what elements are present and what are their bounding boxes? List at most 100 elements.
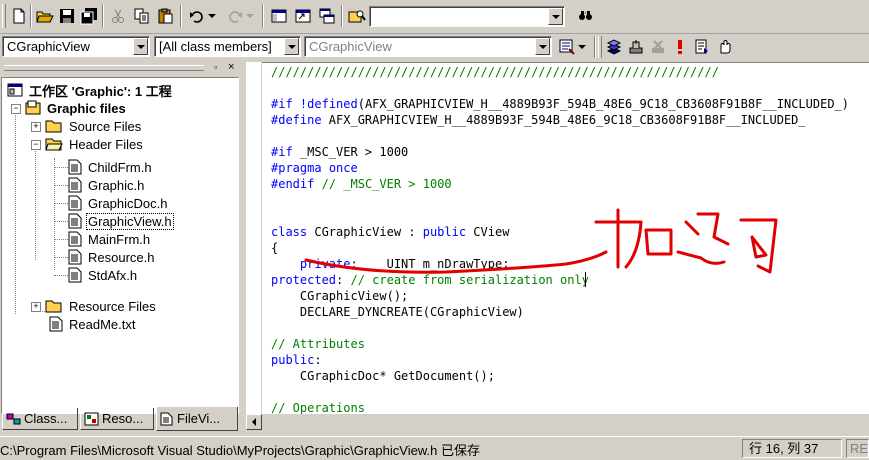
undo-icon[interactable] (186, 5, 208, 27)
tree-item-label: GraphicView.h (86, 212, 174, 230)
tab-label: Reso... (102, 411, 144, 426)
output-icon[interactable] (292, 5, 314, 27)
go-icon[interactable] (691, 36, 713, 58)
member-combo[interactable]: CGraphicView (304, 36, 552, 57)
standard-toolbar (0, 0, 869, 34)
file-view-tree: 工作区 'Graphic': 1 工程 − Graphic files + So… (1, 77, 239, 414)
tree-connector (15, 104, 16, 314)
wizard-action-dropdown-icon[interactable] (576, 36, 588, 58)
tree-item-file[interactable]: ReadMe.txt (49, 315, 137, 333)
file-icon (68, 231, 82, 247)
wizard-action-icon[interactable] (556, 36, 578, 58)
find-combo-dropdown-button[interactable] (548, 8, 563, 25)
tree-item-label: ChildFrm.h (88, 159, 152, 175)
breakpoint-icon[interactable] (713, 36, 735, 58)
workspace-panel: ▫ × 工作区 'Graphic': 1 工程 − Graphic files … (0, 62, 245, 432)
workspace-grip[interactable] (4, 65, 204, 71)
member-combo-value: CGraphicView (309, 39, 392, 54)
filter-combo-value: [All class members] (159, 39, 272, 54)
file-icon (68, 213, 82, 229)
tree-item-label: ReadMe.txt (69, 316, 136, 332)
scroll-left-arrow-icon[interactable] (246, 414, 262, 430)
tree-item-header-files[interactable]: Header Files (45, 135, 145, 153)
tree-item-file[interactable]: MainFrm.h (68, 230, 152, 248)
tree-item-file[interactable]: GraphicDoc.h (68, 194, 169, 212)
workspace-tabs: Class... Reso... FileVi... (0, 407, 245, 432)
toolbar-grip[interactable] (2, 4, 6, 28)
tree-connector (54, 167, 68, 168)
folder-icon (45, 300, 62, 313)
tab-label: FileVi... (177, 411, 221, 426)
expand-icon[interactable]: + (31, 302, 41, 312)
save-all-icon[interactable] (78, 5, 100, 27)
tree-item-file[interactable]: Graphic.h (68, 176, 146, 194)
tree-item-label: Source Files (69, 118, 142, 134)
tree-item-resource-files[interactable]: Resource Files (45, 297, 158, 315)
tree-item-label: StdAfx.h (88, 267, 138, 283)
compile-icon[interactable] (603, 36, 625, 58)
toolbar-grip[interactable] (598, 36, 602, 58)
resource-view-icon (84, 412, 99, 425)
tree-item-label: MainFrm.h (88, 231, 151, 247)
annotation-strokes (304, 208, 778, 274)
find-icon[interactable] (574, 5, 596, 27)
class-view-icon (6, 413, 21, 424)
redo-dropdown-icon[interactable] (244, 5, 256, 27)
tree-item-file-selected[interactable]: GraphicView.h (68, 212, 174, 230)
tab-file-view[interactable]: FileVi... (156, 407, 238, 431)
tree-connector (54, 203, 68, 204)
tree-item-label: Graphic.h (88, 177, 145, 193)
new-file-icon[interactable] (8, 5, 30, 27)
file-icon (68, 267, 82, 283)
tab-resource-view[interactable]: Reso... (80, 408, 154, 430)
handwritten-annotation (304, 208, 778, 274)
toolbar-separator (180, 5, 182, 27)
redo-icon[interactable] (224, 5, 246, 27)
stop-build-icon[interactable] (647, 36, 669, 58)
save-icon[interactable] (56, 5, 78, 27)
paste-icon[interactable] (155, 5, 177, 27)
class-combo[interactable]: CGraphicView (2, 36, 150, 57)
windows-icon[interactable] (316, 5, 338, 27)
horizontal-scrollbar[interactable] (246, 414, 869, 431)
restore-icon[interactable]: ▫ (214, 63, 224, 73)
collapse-icon[interactable]: − (11, 104, 21, 114)
tree-item-project[interactable]: Graphic files (25, 99, 128, 117)
collapse-icon[interactable]: − (31, 140, 41, 150)
execute-icon[interactable] (669, 36, 691, 58)
tree-item-label: Resource.h (88, 249, 155, 265)
tree-item-file[interactable]: ChildFrm.h (68, 158, 154, 176)
cut-icon[interactable] (107, 5, 129, 27)
class-combo-value: CGraphicView (7, 39, 90, 54)
tree-connector (54, 257, 68, 258)
tree-item-file[interactable]: Resource.h (68, 248, 156, 266)
file-icon (68, 249, 82, 265)
tree-item-workspace-root[interactable]: 工作区 'Graphic': 1 工程 (7, 81, 174, 99)
expand-icon[interactable]: + (31, 122, 41, 132)
tree-item-file[interactable]: StdAfx.h (68, 266, 139, 284)
workspace-icon (7, 83, 23, 97)
workspace-icon[interactable] (268, 5, 290, 27)
toolbar-separator (30, 5, 32, 27)
build-icon[interactable] (625, 36, 647, 58)
copy-icon[interactable] (131, 5, 153, 27)
tab-class-view[interactable]: Class... (2, 408, 78, 430)
find-combo[interactable] (369, 6, 565, 27)
file-icon (68, 195, 82, 211)
class-combo-dropdown-button[interactable] (133, 38, 148, 55)
toolbar-separator (102, 5, 104, 27)
file-view-icon (160, 412, 173, 425)
tree-item-source-files[interactable]: Source Files (45, 117, 143, 135)
open-icon[interactable] (34, 5, 56, 27)
status-message: C:\Program Files\Microsoft Visual Studio… (0, 443, 480, 458)
filter-combo[interactable]: [All class members] (154, 36, 301, 57)
find-in-files-icon[interactable] (346, 5, 368, 27)
file-icon (68, 177, 82, 193)
close-icon[interactable]: × (228, 62, 240, 74)
undo-dropdown-icon[interactable] (206, 5, 218, 27)
member-combo-dropdown-button[interactable] (535, 38, 550, 55)
file-icon (68, 159, 82, 175)
filter-combo-dropdown-button[interactable] (284, 38, 299, 55)
status-cursor-position: 行 16, 列 37 (742, 439, 842, 458)
open-folder-icon (45, 138, 63, 151)
